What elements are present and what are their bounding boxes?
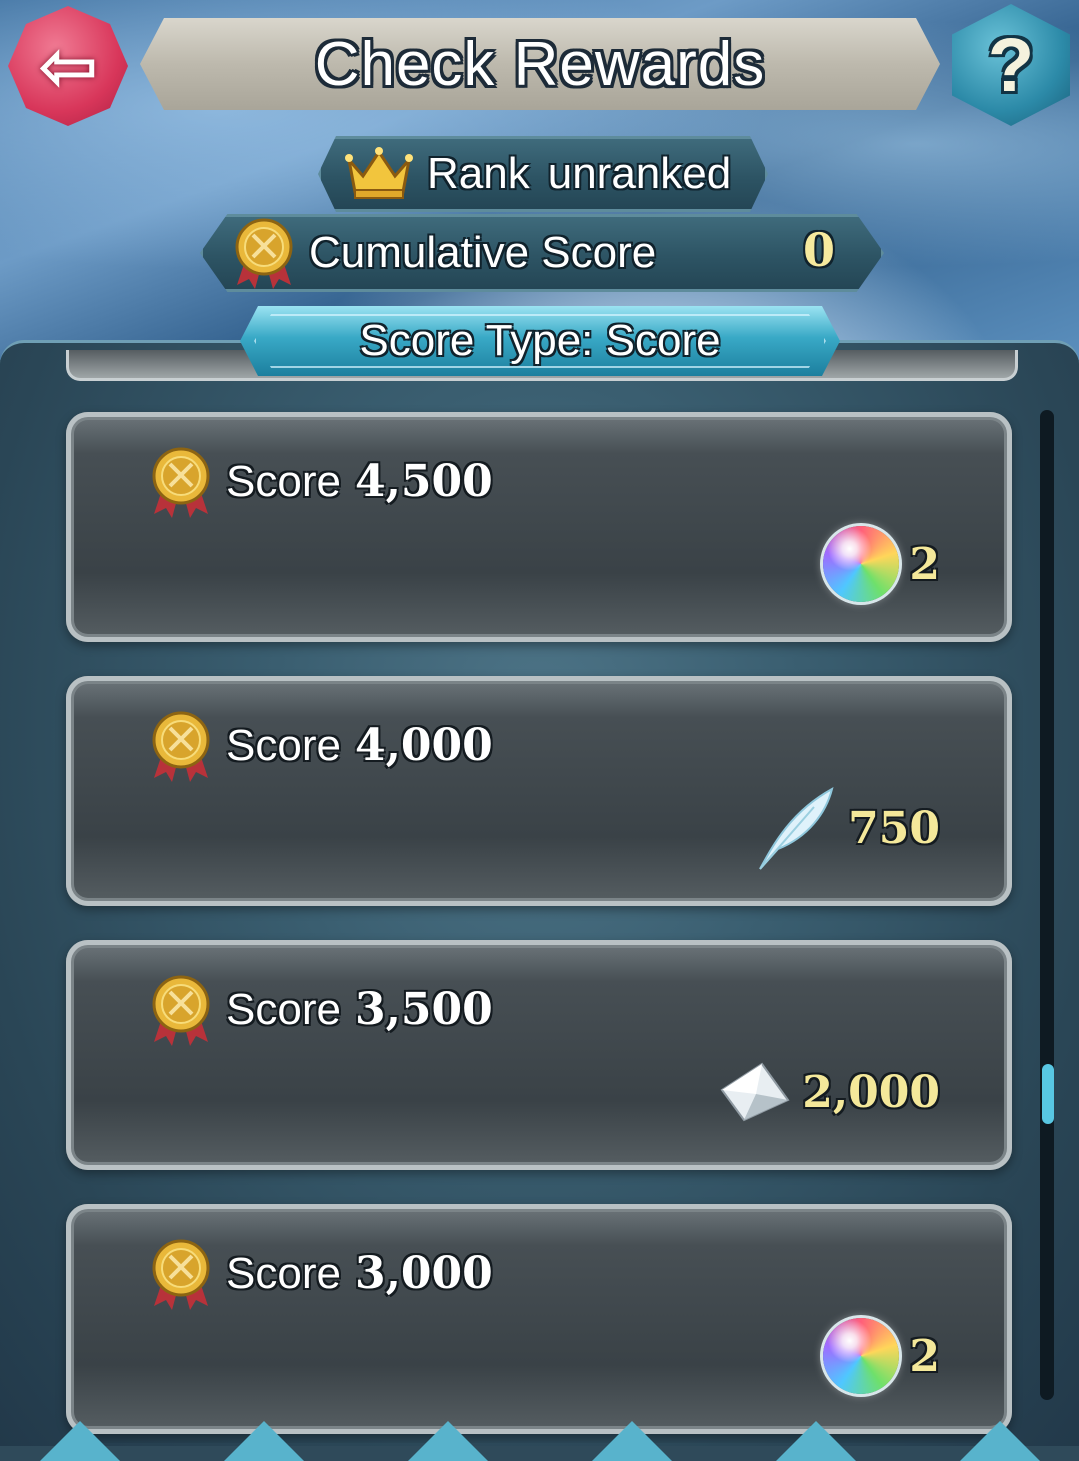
score-value: 3,500 [354, 984, 493, 1035]
reward: 2 [823, 1316, 940, 1396]
cumulative-score-label: Cumulative Score [309, 228, 657, 277]
medal-icon [235, 218, 293, 289]
list-item: Score 4,500 2 [66, 412, 1012, 642]
tab-border [254, 314, 826, 368]
score-value: 4,500 [354, 456, 493, 507]
score-value: 3,000 [354, 1248, 493, 1299]
medal-icon [152, 447, 210, 518]
back-button[interactable]: ⇦ [8, 6, 128, 126]
medal-icon [152, 711, 210, 782]
bottom-tab[interactable] [776, 1421, 856, 1461]
title-banner: Check Rewards [140, 18, 940, 110]
list-item: Score 3,500 2,000 [66, 940, 1012, 1170]
reward: 2,000 [718, 1052, 940, 1132]
cumulative-score-value: 0 [802, 223, 835, 277]
crown-icon [345, 147, 413, 199]
scrollbar-thumb[interactable] [1042, 1064, 1054, 1124]
reward-list[interactable]: Score 4,500 2 Score 4,000 750 Score 3,50… [0, 350, 1079, 1443]
rank-display: Rank unranked [318, 136, 768, 212]
reward-quantity: 2,000 [802, 1066, 940, 1118]
cumulative-score-display: Cumulative Score 0 [200, 214, 884, 292]
list-item: Score 3,000 2 [66, 1204, 1012, 1434]
bottom-tab[interactable] [960, 1421, 1040, 1461]
left-arrow-icon: ⇦ [37, 24, 99, 108]
score-label: Score [226, 1249, 341, 1298]
orb-icon [823, 526, 900, 602]
score-threshold: Score 4,500 [226, 456, 493, 507]
bottom-tab[interactable] [592, 1421, 672, 1461]
score-label: Score [226, 721, 341, 770]
orb-icon [823, 1318, 900, 1394]
reward-quantity: 2 [909, 1330, 940, 1382]
rank-label: Rank [427, 149, 530, 198]
shard-icon [720, 1062, 790, 1122]
reward-quantity: 750 [848, 802, 940, 854]
rank-value: unranked [547, 149, 732, 198]
score-label: Score [226, 457, 341, 506]
scrollbar-track[interactable] [1040, 410, 1054, 1400]
feather-icon [759, 787, 834, 870]
score-value: 4,000 [354, 720, 493, 771]
medal-icon [152, 1239, 210, 1310]
question-mark-icon: ? [987, 22, 1035, 108]
page-title: Check Rewards [314, 29, 766, 99]
bottom-navigation [0, 1415, 1079, 1461]
reward-quantity: 2 [909, 538, 940, 590]
score-label: Score [226, 985, 341, 1034]
score-type-tab[interactable]: Score Type: Score [240, 306, 840, 376]
score-threshold: Score 4,000 [226, 720, 493, 771]
reward: 2 [823, 524, 940, 604]
score-threshold: Score 3,000 [226, 1248, 493, 1299]
bottom-tab[interactable] [224, 1421, 304, 1461]
score-threshold: Score 3,500 [226, 984, 493, 1035]
medal-icon [152, 975, 210, 1046]
bottom-tab[interactable] [40, 1421, 120, 1461]
list-item: Score 4,000 750 [66, 676, 1012, 906]
bottom-tab[interactable] [408, 1421, 488, 1461]
reward: 750 [752, 787, 940, 870]
